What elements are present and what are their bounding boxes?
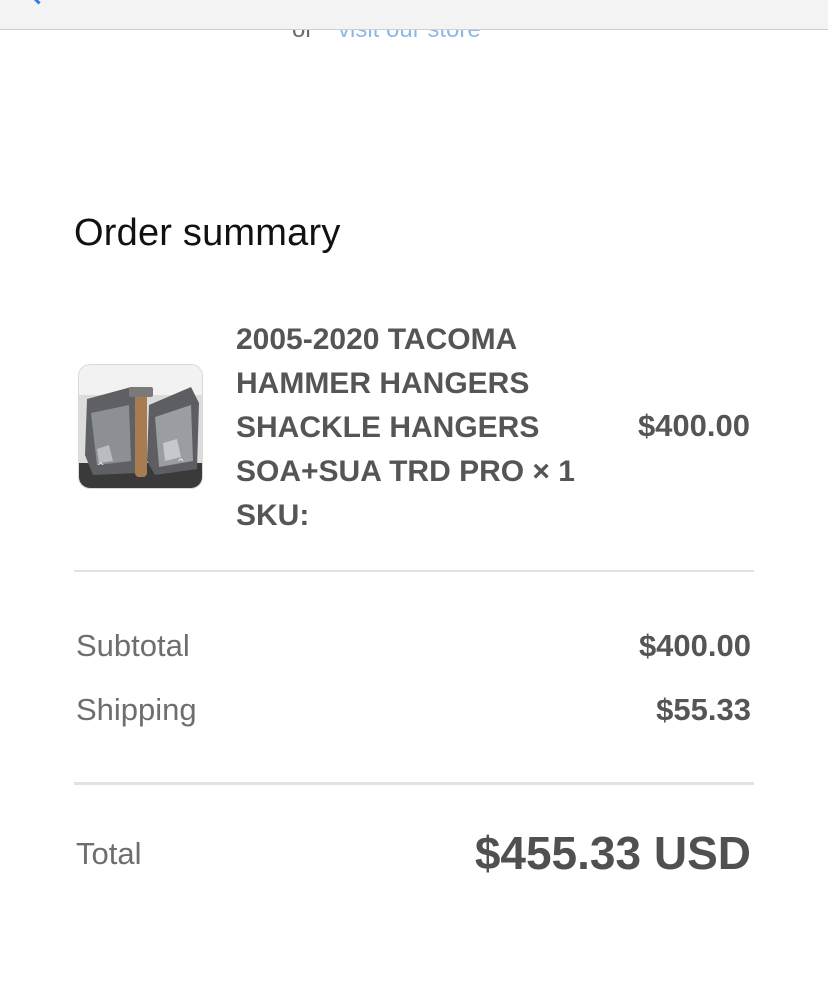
shipping-value: $55.33 (656, 692, 751, 727)
total-label: Total (76, 836, 142, 871)
order-summary-title: Order summary (74, 212, 341, 254)
product-name: 2005-2020 TACOMA HAMMER HANGERS SHACKLE … (236, 318, 596, 538)
product-name-line: HAMMER HANGERS (236, 367, 530, 400)
svg-text:^: ^ (177, 458, 185, 468)
product-thumbnail: ^ ^ (78, 364, 203, 489)
browser-top-bar (0, 0, 828, 30)
product-name-line: 2005-2020 TACOMA (236, 323, 518, 356)
product-name-line: SHACKLE HANGERS (236, 411, 540, 444)
product-image: ^ ^ (79, 365, 202, 488)
partial-store-link-row: or visit our store (0, 30, 828, 40)
subtotal-value: $400.00 (638, 628, 751, 663)
divider (74, 570, 754, 572)
subtotal-label: Subtotal (76, 628, 190, 663)
chevron-left-icon[interactable] (26, 0, 51, 5)
product-sku: SKU: (236, 499, 310, 532)
shipping-label: Shipping (76, 692, 197, 727)
svg-text:^: ^ (97, 462, 105, 472)
visit-store-link[interactable]: visit our store (338, 30, 481, 40)
or-text: or (292, 30, 313, 40)
product-name-line: SOA+SUA TRD PRO × 1 (236, 455, 575, 488)
total-value: $455.33 USD (474, 827, 751, 879)
product-price: $400.00 (637, 408, 750, 443)
divider (74, 782, 754, 785)
